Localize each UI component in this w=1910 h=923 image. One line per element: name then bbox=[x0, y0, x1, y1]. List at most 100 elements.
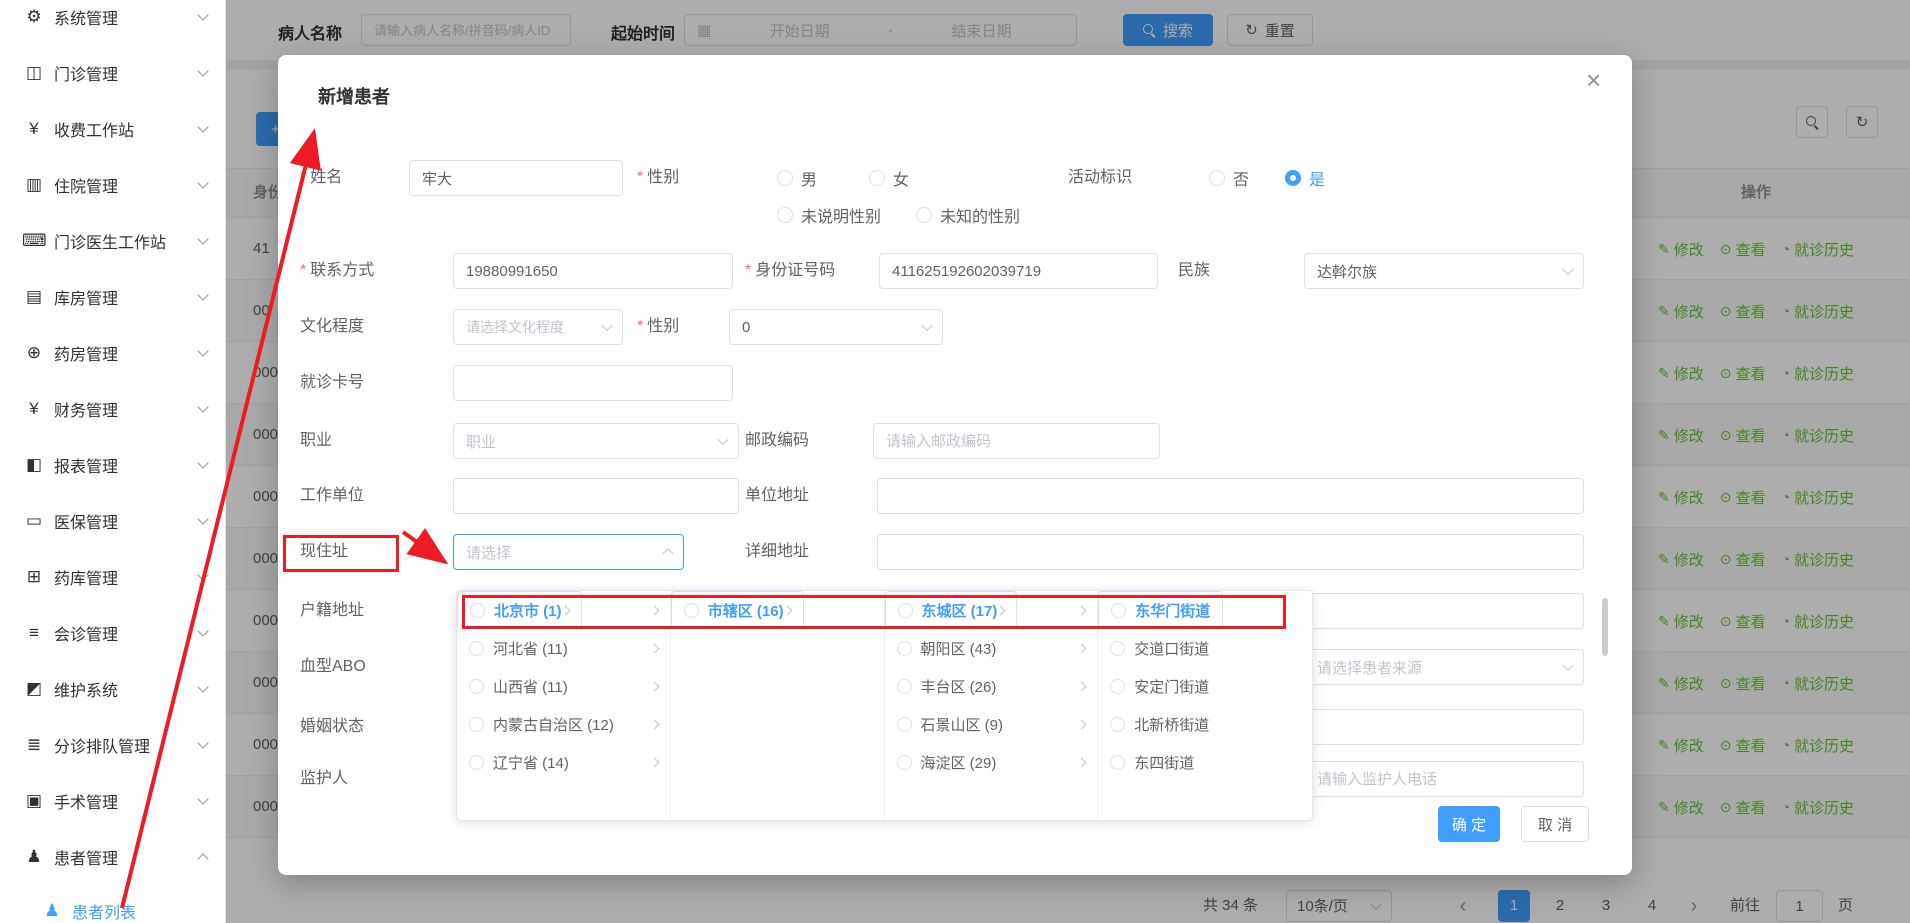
radio-icon[interactable] bbox=[1110, 755, 1125, 770]
radio-icon[interactable] bbox=[869, 170, 885, 186]
sidebar-item-triage-queue-mgmt[interactable]: ≣ 分诊排队管理 bbox=[0, 717, 225, 773]
sidebar-item-label: 患者管理 bbox=[54, 845, 199, 869]
radio-icon[interactable] bbox=[1111, 603, 1126, 618]
chevron-down-icon bbox=[197, 345, 208, 356]
current-address-cascader[interactable]: 请选择 bbox=[453, 534, 684, 570]
radio-icon[interactable] bbox=[469, 755, 484, 770]
guardian-phone-input[interactable] bbox=[1304, 761, 1584, 797]
occupation-select[interactable]: 职业 bbox=[453, 423, 739, 459]
radio-icon[interactable] bbox=[469, 717, 484, 732]
cascader-district-column: 东城区 (17) 西城区 (15) 朝阳区 (43) 丰台区 (26) 石景山区… bbox=[885, 591, 1099, 820]
sidebar-item-warehouse-mgmt[interactable]: ▤ 库房管理 bbox=[0, 269, 225, 325]
radio-icon[interactable] bbox=[469, 679, 484, 694]
detail-address-label: 详细地址 bbox=[745, 534, 809, 570]
radio-icon[interactable] bbox=[898, 603, 913, 618]
cascader-option-dongcheng[interactable]: 东城区 (17) bbox=[885, 591, 1018, 629]
sidebar-item-surgery-mgmt[interactable]: ▣ 手术管理 bbox=[0, 773, 225, 829]
contact-input[interactable] bbox=[453, 253, 733, 289]
gender-radio-male[interactable]: 男 bbox=[777, 160, 817, 196]
marital-extra-input[interactable] bbox=[1304, 709, 1584, 745]
sidebar-item-insurance-mgmt[interactable]: ▭ 医保管理 bbox=[0, 493, 225, 549]
sidebar-item-report-mgmt[interactable]: ◧ 报表管理 bbox=[0, 437, 225, 493]
cascader-option-dongsi[interactable]: 东四街道 bbox=[1098, 743, 1312, 781]
radio-icon[interactable] bbox=[1110, 679, 1125, 694]
radio-icon[interactable] bbox=[470, 603, 485, 618]
name-label: *姓名 bbox=[300, 160, 342, 196]
sidebar-item-label: 手术管理 bbox=[54, 789, 199, 813]
sidebar-item-system-mgmt[interactable]: ⚙ 系统管理 bbox=[0, 0, 225, 45]
sidebar-item-maintenance[interactable]: ◩ 维护系统 bbox=[0, 661, 225, 717]
radio-icon[interactable] bbox=[897, 755, 912, 770]
radio-icon[interactable] bbox=[469, 641, 484, 656]
sidebar-item-pharmacy-mgmt[interactable]: ⊕ 药房管理 bbox=[0, 325, 225, 381]
detail-address-input[interactable] bbox=[877, 534, 1584, 570]
sidebar-item-label: 药库管理 bbox=[54, 565, 199, 589]
gender-radio-unspecified[interactable]: 未说明性别 bbox=[777, 197, 881, 233]
patient-source-select[interactable]: 请选择患者来源 bbox=[1304, 649, 1584, 685]
radio-icon[interactable] bbox=[897, 717, 912, 732]
ethnicity-select[interactable]: 达斡尔族 bbox=[1304, 253, 1584, 289]
confirm-button[interactable]: 确 定 bbox=[1438, 806, 1500, 842]
radio-icon[interactable] bbox=[777, 207, 793, 223]
unit-address-input[interactable] bbox=[877, 478, 1584, 514]
radio-icon[interactable] bbox=[1110, 641, 1125, 656]
cascader-option-shijingshan[interactable]: 石景山区 (9) bbox=[885, 705, 1098, 743]
chevron-right-icon bbox=[649, 681, 659, 691]
cascader-option-chaoyang[interactable]: 朝阳区 (43) bbox=[885, 629, 1098, 667]
cascader-option-liaoning[interactable]: 辽宁省 (14) bbox=[457, 743, 670, 781]
sidebar-item-consultation-mgmt[interactable]: ≡ 会诊管理 bbox=[0, 605, 225, 661]
sidebar-item-outpatient-mgmt[interactable]: ◫ 门诊管理 bbox=[0, 45, 225, 101]
radio-icon[interactable] bbox=[897, 641, 912, 656]
radio-icon[interactable] bbox=[684, 603, 699, 618]
id-card-input[interactable] bbox=[879, 253, 1158, 289]
radio-icon[interactable] bbox=[916, 207, 932, 223]
chevron-right-icon bbox=[996, 605, 1006, 615]
cancel-button[interactable]: 取 消 bbox=[1521, 806, 1589, 842]
cascader-option-donghuamen[interactable]: 东华门街道 bbox=[1098, 591, 1223, 629]
gender-radio-female[interactable]: 女 bbox=[869, 160, 909, 196]
cascader-option-fengtai[interactable]: 丰台区 (26) bbox=[885, 667, 1098, 705]
radio-checked-icon[interactable] bbox=[1285, 170, 1301, 186]
sidebar-item-outpatient-doctor-station[interactable]: ⌨ 门诊医生工作站 bbox=[0, 213, 225, 269]
education-select[interactable]: 请选择文化程度 bbox=[453, 309, 623, 345]
work-unit-input[interactable] bbox=[453, 478, 739, 514]
modal-scrollbar-thumb[interactable] bbox=[1602, 598, 1608, 656]
cascader-option-neimenggu[interactable]: 内蒙古自治区 (12) bbox=[457, 705, 670, 743]
gender2-select[interactable]: 0 bbox=[729, 309, 943, 345]
chevron-right-icon bbox=[1077, 643, 1087, 653]
sidebar-item-label: 住院管理 bbox=[54, 173, 199, 197]
chevron-down-icon bbox=[717, 434, 728, 445]
radio-icon[interactable] bbox=[1110, 717, 1125, 732]
gender-radio-unknown[interactable]: 未知的性别 bbox=[916, 197, 1020, 233]
cascader-option-beixinqiao[interactable]: 北新桥街道 bbox=[1098, 705, 1312, 743]
active-flag-radio-yes[interactable]: 是 bbox=[1285, 160, 1325, 196]
sidebar-item-patient-mgmt[interactable]: ♟ 患者管理 bbox=[0, 829, 225, 885]
cascader-option-jiaodaokou[interactable]: 交道口街道 bbox=[1098, 629, 1312, 667]
radio-icon[interactable] bbox=[1209, 170, 1225, 186]
cascader-option-hebei[interactable]: 河北省 (11) bbox=[457, 629, 670, 667]
report-icon: ◧ bbox=[22, 455, 46, 475]
current-address-label: 现住址 bbox=[300, 534, 348, 570]
cascader-option-haidian[interactable]: 海淀区 (29) bbox=[885, 743, 1098, 781]
cascader-option-shixiaqu[interactable]: 市辖区 (16) bbox=[671, 591, 804, 629]
postal-code-input[interactable] bbox=[873, 423, 1160, 459]
visit-card-input[interactable] bbox=[453, 365, 733, 401]
radio-icon[interactable] bbox=[777, 170, 793, 186]
sidebar-item-drug-storage-mgmt[interactable]: ⊞ 药库管理 bbox=[0, 549, 225, 605]
cascader-option-andingmen[interactable]: 安定门街道 bbox=[1098, 667, 1312, 705]
sidebar-item-charging-station[interactable]: ¥ 收费工作站 bbox=[0, 101, 225, 157]
cascader-option-shanxi[interactable]: 山西省 (11) bbox=[457, 667, 670, 705]
sidebar-item-finance-mgmt[interactable]: ¥ 财务管理 bbox=[0, 381, 225, 437]
chevron-down-icon bbox=[197, 233, 208, 244]
household-extra-input[interactable] bbox=[1304, 593, 1584, 629]
active-flag-radio-no[interactable]: 否 bbox=[1209, 160, 1249, 196]
radio-icon[interactable] bbox=[897, 679, 912, 694]
yen-icon: ¥ bbox=[22, 399, 46, 419]
close-icon[interactable]: × bbox=[1586, 67, 1601, 93]
cascader-option-beijing[interactable]: 北京市 (1) bbox=[457, 591, 582, 629]
name-input[interactable] bbox=[409, 160, 623, 196]
sidebar-item-inpatient-mgmt[interactable]: ▥ 住院管理 bbox=[0, 157, 225, 213]
visit-card-label: 就诊卡号 bbox=[300, 365, 364, 401]
sidebar-item-patient-list[interactable]: ♟ 患者列表 bbox=[0, 891, 225, 923]
chevron-down-icon bbox=[197, 65, 208, 76]
